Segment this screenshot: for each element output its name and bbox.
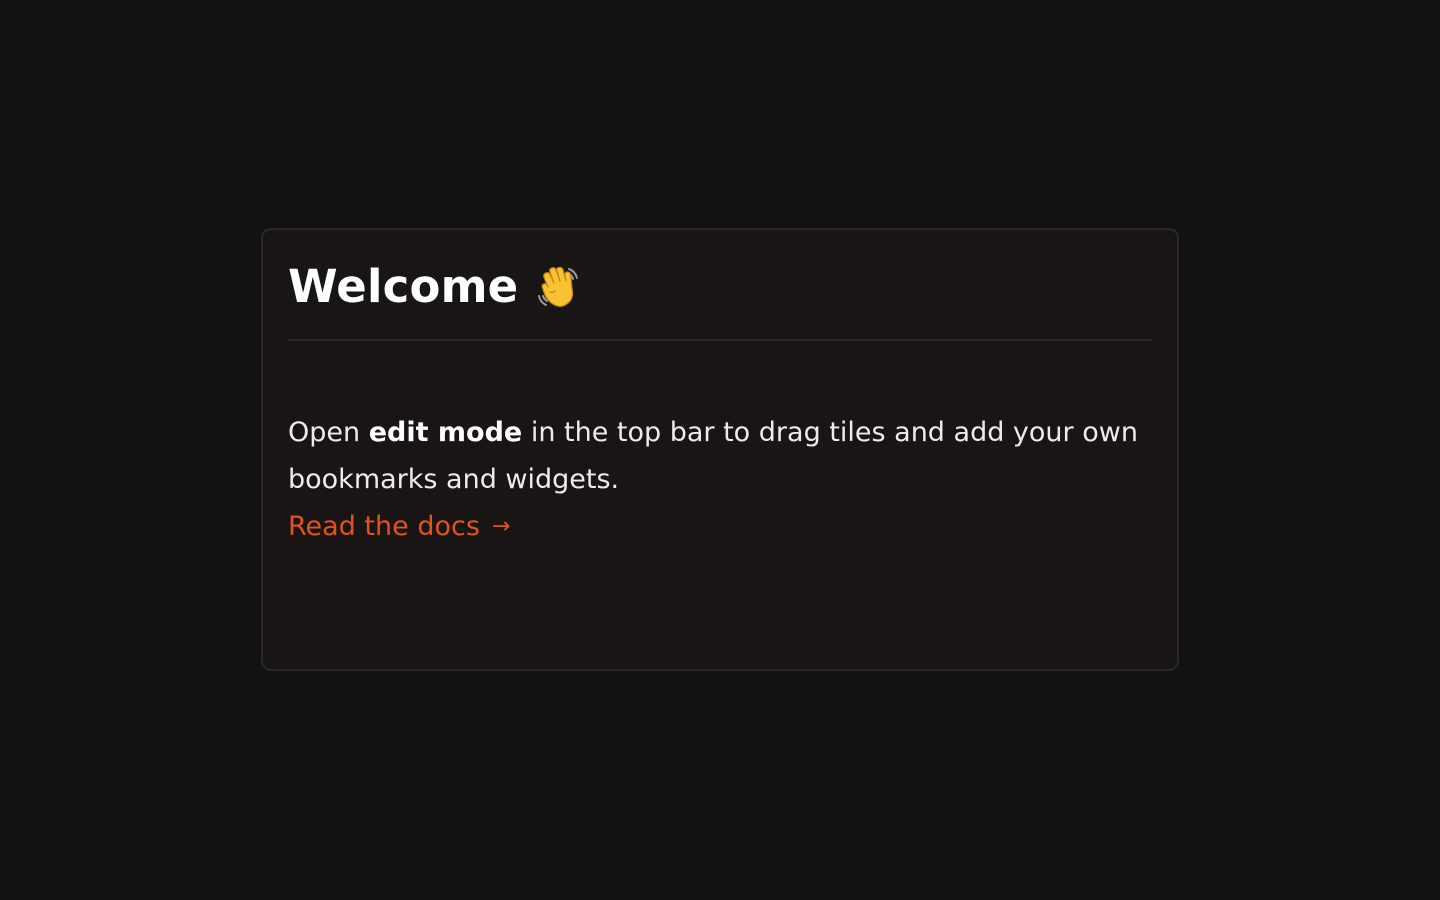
welcome-title-text: Welcome (288, 260, 519, 313)
read-docs-label: Read the docs (288, 511, 480, 542)
arrow-right-icon: → (491, 514, 511, 539)
welcome-card: Welcome Open edit mode in the top bar to… (261, 228, 1179, 671)
read-docs-link[interactable]: Read the docs → (288, 505, 510, 549)
card-header: Welcome (288, 230, 1152, 341)
welcome-body: Open edit mode in the top bar to drag ti… (288, 341, 1152, 550)
edit-mode-emphasis: edit mode (368, 417, 523, 448)
welcome-message: Open edit mode in the top bar to drag ti… (288, 409, 1152, 503)
waving-hand-icon (534, 263, 582, 311)
welcome-title: Welcome (288, 260, 582, 313)
message-prefix: Open (288, 417, 369, 448)
